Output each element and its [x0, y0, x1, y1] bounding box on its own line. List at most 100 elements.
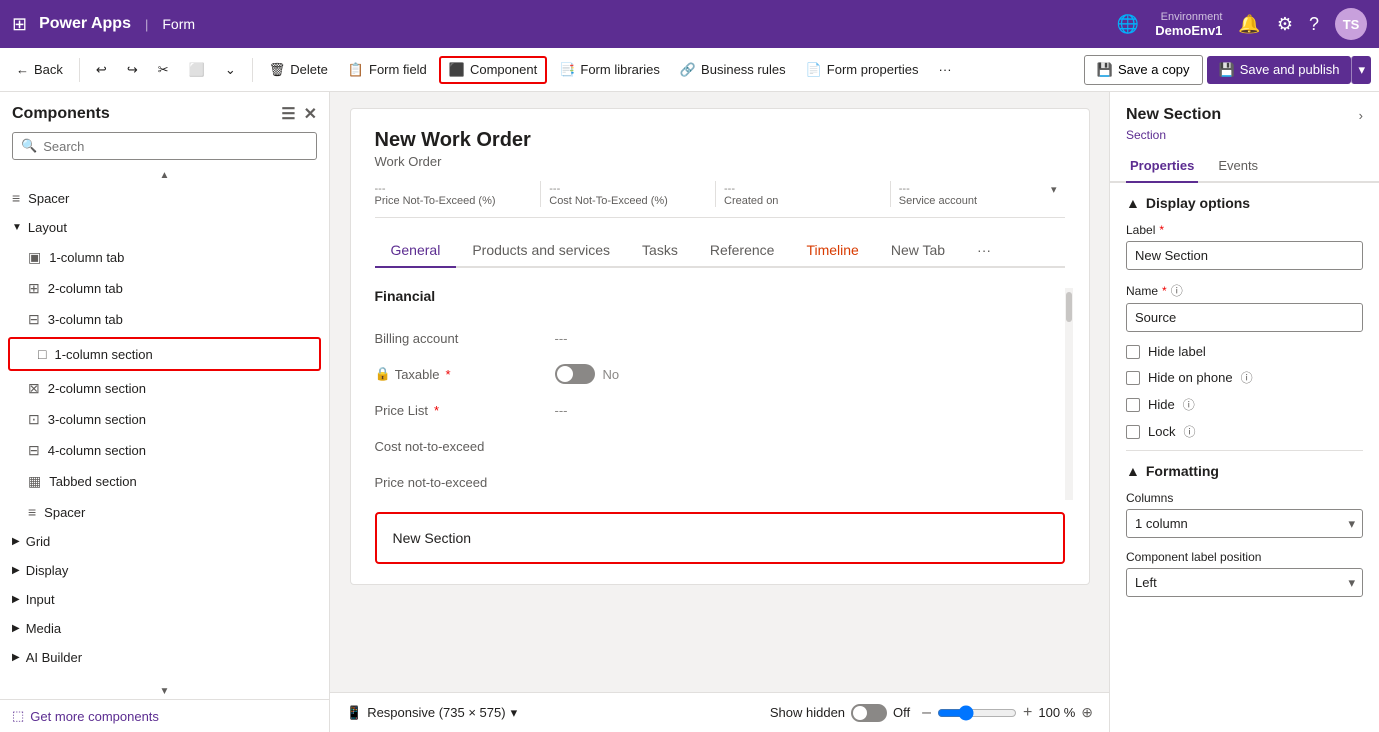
- rp-lock-checkbox[interactable]: Lock ⓘ: [1126, 423, 1363, 440]
- name-input[interactable]: [1126, 303, 1363, 332]
- tab-products[interactable]: Products and services: [456, 234, 626, 268]
- tab-more[interactable]: ···: [961, 234, 1007, 268]
- settings-icon[interactable]: ⚙: [1277, 14, 1293, 35]
- zoom-slider[interactable]: [937, 705, 1017, 721]
- sidebar-menu-icon[interactable]: ☰: [281, 104, 295, 124]
- rp-formatting-header[interactable]: ▲ Formatting: [1126, 463, 1363, 479]
- more-button[interactable]: ···: [931, 58, 960, 81]
- scroll-up-button[interactable]: ▲: [0, 168, 329, 183]
- responsive-button[interactable]: 📱 Responsive (735 × 575) ▾: [346, 705, 517, 721]
- tab-tasks[interactable]: Tasks: [626, 234, 694, 268]
- zoom-plus[interactable]: +: [1023, 704, 1032, 722]
- required-star: *: [1162, 284, 1167, 298]
- sidebar-item-4col-section[interactable]: ⊟ 4-column section: [0, 435, 329, 466]
- tabbed-section-icon: ▦: [28, 473, 41, 490]
- scroll-down-button[interactable]: ▼: [0, 684, 329, 699]
- save-publish-icon: 💾: [1219, 62, 1235, 78]
- cut-button[interactable]: ✂: [150, 58, 177, 82]
- field-value[interactable]: ---: [555, 403, 1065, 418]
- rp-tab-events[interactable]: Events: [1214, 150, 1262, 183]
- sidebar-item-spacer-top[interactable]: ≡ Spacer: [0, 183, 329, 213]
- save-copy-icon: 💾: [1097, 62, 1113, 78]
- help-icon[interactable]: ?: [1309, 14, 1319, 35]
- sidebar-item-1col-section[interactable]: □ 1-column section: [8, 337, 321, 371]
- sidebar-group-input[interactable]: ▶ Input: [0, 585, 329, 614]
- sidebar-item-label: 3-column section: [48, 412, 146, 427]
- sidebar-item-3col-tab[interactable]: ⊟ 3-column tab: [0, 304, 329, 335]
- zoom-minus[interactable]: –: [922, 704, 931, 722]
- component-button[interactable]: ⬛ Component: [439, 56, 547, 84]
- form-field-button[interactable]: 📋 Form field: [340, 58, 435, 82]
- sidebar-item-3col-section[interactable]: ⊡ 3-column section: [0, 404, 329, 435]
- tab-reference[interactable]: Reference: [694, 234, 791, 268]
- save-copy-button[interactable]: 💾 Save a copy: [1084, 55, 1203, 85]
- save-publish-button[interactable]: 💾 Save and publish: [1207, 56, 1352, 84]
- rp-hide-checkbox[interactable]: Hide ⓘ: [1126, 396, 1363, 413]
- show-hidden-toggle[interactable]: [851, 704, 887, 722]
- sidebar-item-spacer[interactable]: ≡ Spacer: [0, 497, 329, 527]
- sidebar-group-media[interactable]: ▶ Media: [0, 614, 329, 643]
- form-properties-button[interactable]: 📄 Form properties: [798, 58, 927, 82]
- checkbox[interactable]: [1126, 425, 1140, 439]
- search-input[interactable]: [43, 139, 308, 154]
- field-value[interactable]: ---: [555, 331, 1065, 346]
- hide-info-icon[interactable]: ⓘ: [1183, 396, 1195, 413]
- sidebar-item-label: Tabbed section: [49, 474, 136, 489]
- get-more-components[interactable]: ⬚ Get more components: [0, 699, 329, 732]
- copy-button[interactable]: ⬜: [181, 58, 213, 82]
- lock-info-icon[interactable]: ⓘ: [1183, 423, 1195, 440]
- label-input[interactable]: [1126, 241, 1363, 270]
- field-label: Billing account: [375, 331, 555, 346]
- sidebar-group-layout[interactable]: ▼ Layout: [0, 213, 329, 242]
- financial-section: Financial Billing account --- 🔒 Taxable*: [375, 288, 1065, 500]
- taxable-toggle[interactable]: [555, 364, 595, 384]
- sidebar-group-display[interactable]: ▶ Display: [0, 556, 329, 585]
- tab-newtab[interactable]: New Tab: [875, 234, 961, 268]
- rp-tab-properties[interactable]: Properties: [1126, 150, 1198, 183]
- sidebar-item-2col-tab[interactable]: ⊞ 2-column tab: [0, 273, 329, 304]
- rp-display-options-header[interactable]: ▲ Display options: [1126, 195, 1363, 211]
- save-publish-dropdown[interactable]: ▾: [1351, 56, 1371, 84]
- search-box[interactable]: 🔍: [12, 132, 317, 160]
- columns-select[interactable]: 1 column 2 columns 3 columns 4 columns: [1126, 509, 1363, 538]
- show-hidden-control: Show hidden Off: [770, 704, 910, 722]
- sidebar-item-2col-section[interactable]: ⊠ 2-column section: [0, 373, 329, 404]
- rp-hide-label-checkbox[interactable]: Hide label: [1126, 344, 1363, 359]
- sidebar-item-tabbed-section[interactable]: ▦ Tabbed section: [0, 466, 329, 497]
- new-section[interactable]: New Section: [375, 512, 1065, 564]
- rp-chevron-icon[interactable]: ›: [1359, 108, 1363, 123]
- avatar[interactable]: TS: [1335, 8, 1367, 40]
- back-button[interactable]: ← Back: [8, 58, 71, 81]
- checkbox-label: Hide: [1148, 397, 1175, 412]
- sidebar-item-1col-tab[interactable]: ▣ 1-column tab: [0, 242, 329, 273]
- redo-button[interactable]: ↪: [119, 58, 146, 82]
- group-label: Layout: [28, 220, 67, 235]
- form-libraries-button[interactable]: 📑 Form libraries: [551, 58, 668, 82]
- responsive-icon: 📱: [346, 705, 362, 721]
- business-rules-button[interactable]: 🔗 Business rules: [672, 58, 794, 82]
- sidebar-group-ai[interactable]: ▶ AI Builder: [0, 643, 329, 672]
- checkbox[interactable]: [1126, 345, 1140, 359]
- undo-button[interactable]: ↩: [88, 58, 115, 82]
- section-label: Formatting: [1146, 463, 1219, 479]
- paste-button[interactable]: ⌄: [217, 58, 244, 82]
- checkbox[interactable]: [1126, 398, 1140, 412]
- label-pos-select[interactable]: Left Right Top: [1126, 568, 1363, 597]
- hide-phone-info-icon[interactable]: ⓘ: [1241, 369, 1253, 386]
- sidebar-close-icon[interactable]: ✕: [304, 104, 317, 124]
- sidebar-group-grid[interactable]: ▶ Grid: [0, 527, 329, 556]
- grid-icon[interactable]: ⊞: [12, 14, 27, 35]
- tab-general[interactable]: General: [375, 234, 457, 268]
- checkbox[interactable]: [1126, 371, 1140, 385]
- zoom-info-icon[interactable]: ⊕: [1081, 704, 1093, 721]
- form-canvas: New Work Order Work Order --- Price Not-…: [330, 92, 1109, 732]
- bell-icon[interactable]: 🔔: [1238, 14, 1260, 35]
- name-info-icon[interactable]: ⓘ: [1171, 282, 1183, 299]
- rp-hide-phone-checkbox[interactable]: Hide on phone ⓘ: [1126, 369, 1363, 386]
- rp-body: ▲ Display options Label * Name * ⓘ: [1110, 183, 1379, 732]
- collapse-icon: ▶: [12, 623, 20, 634]
- section-scrollbar[interactable]: [1065, 288, 1073, 500]
- tab-timeline[interactable]: Timeline: [790, 234, 874, 268]
- spacer-icon: ≡: [12, 190, 20, 206]
- delete-button[interactable]: 🗑 Delete: [261, 58, 336, 82]
